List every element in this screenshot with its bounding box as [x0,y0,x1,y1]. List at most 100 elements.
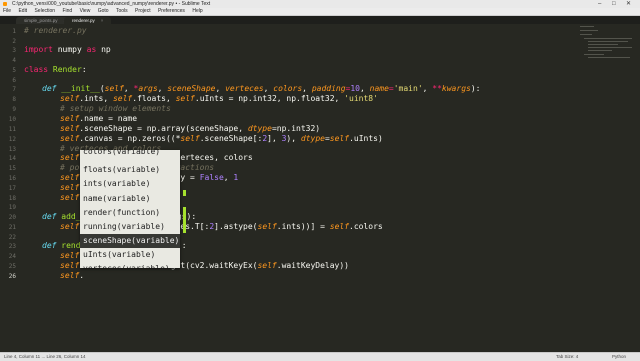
autocomplete-item[interactable]: floats(variable) [80,163,180,177]
keyword: def [42,241,57,250]
window-title: C:\python_vens\000_youtube\basic\numpy\a… [12,1,211,7]
autocomplete-item[interactable]: name(variable) [80,192,180,206]
autocomplete-label: render [83,208,112,217]
number: 2 [262,134,268,143]
minimap-line [588,41,628,42]
menu-preferences[interactable]: Preferences [158,8,185,15]
line-number: 7 [12,86,16,93]
code-line-3: import numpy as np [24,45,111,55]
minimap-line [580,26,594,27]
operator: ** [432,84,442,93]
tab-renderer[interactable]: renderer.py × [64,17,112,24]
self-keyword: self [60,94,80,103]
constant: False [199,173,224,182]
param: colors [273,84,303,93]
close-button[interactable]: ✕ [626,0,631,8]
param: args [138,84,158,93]
autocomplete-item[interactable]: ints(variable) [80,177,180,191]
code-text: .floats, [132,94,176,103]
menu-project[interactable]: Project [135,8,151,15]
minimap-line [588,44,618,45]
autocomplete-popup[interactable]: colors(variable) floats(variable) ints(var… [80,150,180,268]
line-number: 21 [8,224,16,231]
number: 2 [209,222,215,231]
code-text: , [157,84,168,93]
line-number: 17 [8,185,16,192]
autocomplete-item[interactable]: colors(variable) [80,150,180,159]
self-keyword: self [180,134,200,143]
code-text: .uInts = np.int32, np.float32, [194,94,345,103]
autocomplete-label: colors [83,150,112,156]
autocomplete-item[interactable]: verteces(variable) [80,262,180,268]
menu-edit[interactable]: Edit [18,8,27,15]
line-number: 25 [8,263,16,270]
keyword: class [24,65,49,74]
tab-label: renderer.py [72,18,95,23]
autocomplete-item[interactable]: running(variable) [80,220,180,234]
line-number: 14 [8,155,16,162]
autocomplete-kind: (variable) [122,264,170,268]
menu-view[interactable]: View [80,8,91,15]
code-text: ( [99,84,105,93]
line-number: 22 [8,234,16,241]
tab-label: simple_points.py [24,18,58,23]
self-keyword: self [60,222,80,231]
line-number: 11 [8,126,16,133]
param: dtype [300,134,325,143]
number: 1 [233,173,239,182]
autocomplete-label: name [83,194,103,203]
keyword: as [86,45,97,54]
autocomplete-item[interactable]: sceneShape(variable) [80,234,180,248]
code-text: .canvas = np.zeros((* [79,134,181,143]
code-text: , [123,84,134,93]
autocomplete-item[interactable]: render(function) [80,206,180,220]
operator: = [345,84,351,93]
window-titlebar: C:\python_vens\000_youtube\basic\numpy\a… [0,0,640,8]
menu-goto[interactable]: Goto [98,8,109,15]
menu-file[interactable]: File [3,8,11,15]
line-number: 2 [12,38,16,45]
minimap[interactable] [580,24,638,64]
param: sceneShape [167,84,216,93]
code-line-8: self.ints, self.floats, self.uInts = np.… [60,94,378,104]
code-text: =np.int32) [271,124,321,133]
code-line-1: # renderer.py [24,26,87,36]
self-keyword: self [112,94,133,103]
autocomplete-label: sceneShape [83,236,132,245]
autocomplete-item[interactable]: uInts(variable) [80,248,180,262]
code-line-24: self [60,251,79,261]
function-name: add_ [56,212,81,221]
line-number: 9 [12,106,16,113]
code-text: .sceneShape = np.array(sceneShape, [79,124,248,133]
function-name: rend [56,241,81,250]
line-number: 4 [12,57,16,64]
module-name: numpy [52,45,87,54]
minimize-button[interactable]: – [598,0,601,8]
minimap-line [580,34,592,35]
self-keyword: self [60,271,80,280]
code-text: .ints))] = [276,222,330,231]
menu-tools[interactable]: Tools [116,8,128,15]
line-number: 8 [12,96,16,103]
line-number: 6 [12,77,16,84]
keyword: def [42,84,57,93]
line-number: 18 [8,195,16,202]
self-keyword: self [60,124,80,133]
autocomplete-kind: (variable) [107,250,156,259]
code-text: .waitKeyDelay)) [276,261,349,270]
number: 3 [281,134,287,143]
maximize-button[interactable]: □ [612,0,616,8]
line-number: 26 [8,273,16,280]
tab-close-icon[interactable]: × [101,18,104,23]
menu-help[interactable]: Help [192,8,202,15]
self-keyword: self [329,134,350,143]
code-text: ): [470,84,481,93]
code-line-11: self.sceneShape = np.array(sceneShape, d… [60,124,320,134]
menu-selection[interactable]: Selection [34,8,55,15]
code-text: , [360,84,370,93]
class-name: Render [48,65,82,74]
string: 'main' [393,84,423,93]
menu-find[interactable]: Find [62,8,72,15]
code-line-12: self.canvas = np.zeros((*self.sceneShape… [60,134,383,144]
code-text: . [79,271,85,280]
